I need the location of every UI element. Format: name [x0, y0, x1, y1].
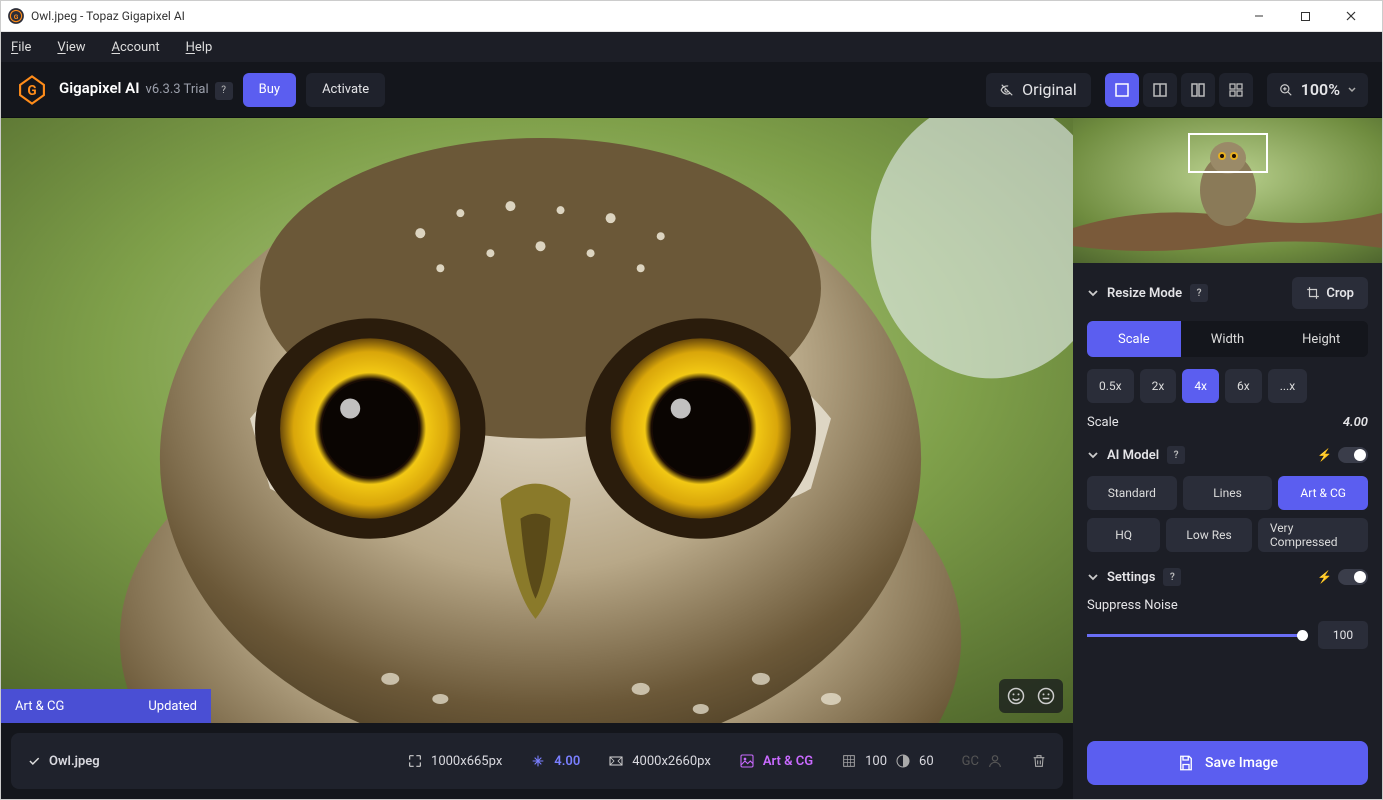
svg-text:G: G: [27, 83, 36, 99]
sidebar: Resize Mode ? Crop Scale Width Height: [1073, 118, 1382, 799]
contrast-icon: [895, 753, 911, 769]
mode-width[interactable]: Width: [1181, 321, 1275, 357]
window-title: Owl.jpeg - Topaz Gigapixel AI: [31, 9, 185, 23]
chevron-down-icon: [1348, 86, 1356, 94]
close-button[interactable]: [1328, 1, 1374, 31]
minimize-button[interactable]: [1236, 1, 1282, 31]
resize-mode-label: Resize Mode: [1107, 286, 1182, 301]
save-icon: [1177, 754, 1195, 772]
save-image-button[interactable]: Save Image: [1087, 741, 1368, 785]
q1-value: 100: [865, 754, 887, 769]
image-viewport[interactable]: Art & CG Updated: [1, 118, 1073, 723]
maximize-button[interactable]: [1282, 1, 1328, 31]
model-lines[interactable]: Lines: [1183, 476, 1273, 510]
model-lowres[interactable]: Low Res: [1166, 518, 1252, 552]
scale-icon: [530, 753, 546, 769]
navigator-viewport-rect[interactable]: [1188, 133, 1268, 173]
model-hq[interactable]: HQ: [1087, 518, 1160, 552]
menu-view[interactable]: View: [57, 40, 85, 55]
crop-icon: [1306, 286, 1320, 300]
brand-name: Gigapixel AI: [59, 79, 140, 97]
preview-overlay: Art & CG Updated: [1, 689, 211, 723]
view-split-v-button[interactable]: [1143, 73, 1177, 107]
logo-icon: G: [15, 73, 49, 107]
svg-text:G: G: [14, 13, 19, 21]
filename: Owl.jpeg: [49, 754, 100, 769]
zoom-control[interactable]: 100%: [1267, 73, 1368, 107]
overlay-status: Updated: [148, 699, 197, 714]
q2-value: 60: [919, 754, 934, 769]
check-icon: [27, 754, 41, 768]
topbar: G Gigapixel AI v6.3.3 Trial ? Buy Activa…: [1, 62, 1382, 118]
view-grid-button[interactable]: [1219, 73, 1253, 107]
app-icon: G: [7, 7, 25, 25]
ai-model-label: AI Model: [1107, 448, 1159, 463]
zoom-icon: [1279, 83, 1293, 97]
model-icon: [739, 753, 755, 769]
version-help-icon[interactable]: ?: [215, 82, 233, 100]
suppress-noise-slider[interactable]: [1087, 634, 1308, 637]
navigator-preview[interactable]: [1073, 118, 1382, 263]
resize-help-icon[interactable]: ?: [1190, 284, 1208, 302]
suppress-noise-label: Suppress Noise: [1087, 598, 1368, 613]
original-toggle[interactable]: Original: [986, 73, 1091, 107]
zoom-value: 100%: [1301, 80, 1340, 99]
scale-row-label: Scale: [1087, 415, 1119, 430]
scale-value: 4.00: [554, 754, 580, 769]
brand-version: v6.3.3 Trial: [146, 82, 209, 97]
face-neutral-icon[interactable]: [1033, 683, 1059, 709]
scale-2x[interactable]: 2x: [1140, 369, 1177, 403]
scale-6x[interactable]: 6x: [1225, 369, 1262, 403]
ai-auto-toggle[interactable]: [1338, 447, 1368, 463]
menubar: File View Account Help: [1, 32, 1382, 62]
ai-model-help-icon[interactable]: ?: [1167, 446, 1185, 464]
person-icon: [987, 753, 1003, 769]
settings-help-icon[interactable]: ?: [1163, 568, 1181, 586]
titlebar: G Owl.jpeg - Topaz Gigapixel AI: [1, 1, 1382, 32]
mode-height[interactable]: Height: [1274, 321, 1368, 357]
scale-4x[interactable]: 4x: [1182, 369, 1219, 403]
model-standard[interactable]: Standard: [1087, 476, 1177, 510]
grid-icon: [841, 753, 857, 769]
overlay-model: Art & CG: [15, 699, 64, 714]
src-dimensions: 1000x665px: [431, 754, 502, 769]
face-happy-icon[interactable]: [1003, 683, 1029, 709]
view-side-button[interactable]: [1181, 73, 1215, 107]
scale-custom[interactable]: ...x: [1268, 369, 1307, 403]
eye-off-icon: [1000, 83, 1014, 97]
buy-button[interactable]: Buy: [243, 73, 296, 107]
settings-label: Settings: [1107, 570, 1155, 585]
model-verycompressed[interactable]: Very Compressed: [1258, 518, 1368, 552]
save-label: Save Image: [1205, 755, 1278, 771]
crop-label: Crop: [1326, 286, 1354, 301]
bolt-icon: ⚡: [1317, 448, 1332, 462]
activate-button[interactable]: Activate: [306, 73, 385, 107]
model-name: Art & CG: [763, 754, 813, 769]
chevron-down-icon[interactable]: [1087, 571, 1099, 583]
menu-file[interactable]: File: [11, 40, 31, 55]
view-single-button[interactable]: [1105, 73, 1139, 107]
trash-icon: [1031, 753, 1047, 769]
menu-account[interactable]: Account: [112, 40, 160, 55]
menu-help[interactable]: Help: [186, 40, 213, 55]
output-dim-icon: [608, 753, 624, 769]
out-dimensions: 4000x2660px: [632, 754, 711, 769]
original-label: Original: [1022, 80, 1077, 99]
mode-scale[interactable]: Scale: [1087, 321, 1181, 357]
chevron-down-icon[interactable]: [1087, 449, 1099, 461]
chevron-down-icon[interactable]: [1087, 287, 1099, 299]
scale-0-5x[interactable]: 0.5x: [1087, 369, 1134, 403]
settings-auto-toggle[interactable]: [1338, 569, 1368, 585]
delete-button[interactable]: [1031, 753, 1047, 769]
crop-button[interactable]: Crop: [1292, 277, 1368, 309]
model-art-cg[interactable]: Art & CG: [1278, 476, 1368, 510]
bolt-icon: ⚡: [1317, 570, 1332, 584]
dimensions-icon: [407, 753, 423, 769]
suppress-noise-value[interactable]: 100: [1318, 621, 1368, 649]
bottombar: Owl.jpeg 1000x665px 4.00 4000x2660px: [11, 733, 1063, 789]
file-item[interactable]: Owl.jpeg: [27, 754, 100, 769]
preview-image: [1, 118, 1073, 723]
gc-label: GC: [962, 754, 979, 769]
scale-row-value: 4.00: [1343, 415, 1368, 430]
